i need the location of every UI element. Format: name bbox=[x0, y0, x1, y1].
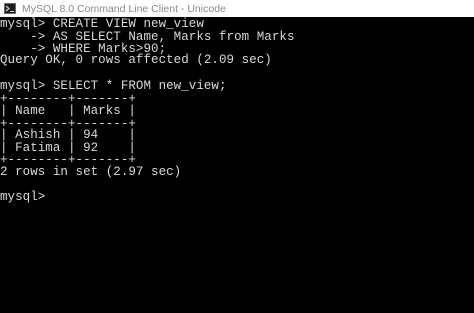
title-bar[interactable]: MySQL 8.0 Command Line Client - Unicode bbox=[0, 0, 474, 18]
console-line: 2 rows in set (2.97 sec) bbox=[0, 165, 182, 179]
console-window: MySQL 8.0 Command Line Client - Unicode … bbox=[0, 0, 474, 313]
console-prompt[interactable]: mysql> bbox=[0, 191, 45, 204]
console-line: Query OK, 0 rows affected (2.09 sec) bbox=[0, 53, 272, 67]
console-output[interactable]: mysql> CREATE VIEW new_view -> AS SELECT… bbox=[0, 17, 474, 313]
window-title: MySQL 8.0 Command Line Client - Unicode bbox=[22, 3, 226, 15]
mysql-console-icon[interactable] bbox=[4, 3, 16, 14]
